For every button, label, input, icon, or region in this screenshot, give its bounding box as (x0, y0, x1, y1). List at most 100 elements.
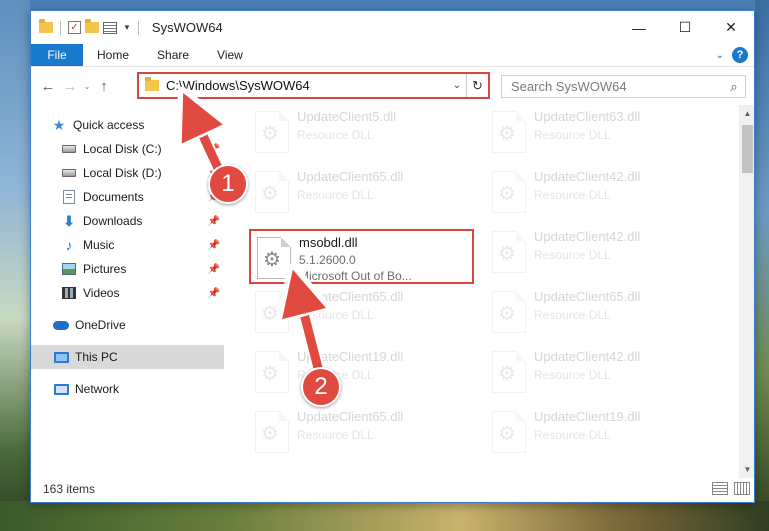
maximize-button[interactable]: ☐ (662, 11, 708, 44)
refresh-icon[interactable]: ↻ (466, 74, 488, 97)
details-view-icon[interactable] (712, 482, 728, 495)
sidebar-item-quick-access[interactable]: ★ Quick access (31, 113, 224, 137)
music-icon: ♪ (65, 237, 73, 253)
file-type: Resource DLL (534, 128, 611, 142)
item-count: 163 items (43, 482, 96, 496)
sidebar-item-local-disk-d[interactable]: Local Disk (D:) 📌 (31, 161, 224, 185)
sidebar-item-this-pc[interactable]: This PC (31, 345, 224, 369)
close-button[interactable]: ✕ (708, 11, 754, 44)
search-input[interactable] (502, 79, 723, 94)
desktop-background-bottom (0, 501, 769, 531)
search-icon[interactable]: ⌕ (723, 79, 745, 95)
recent-locations-icon[interactable]: ⌄ (81, 82, 93, 91)
file-item[interactable]: ⚙ UpdateClient19.dll Resource DLL (486, 405, 711, 460)
help-icon[interactable]: ? (732, 47, 748, 63)
file-item[interactable]: ⚙ UpdateClient65.dll Resource DLL (249, 405, 474, 460)
pin-icon[interactable]: 📌 (208, 288, 220, 299)
status-bar: 163 items (31, 476, 754, 502)
vertical-scrollbar[interactable]: ▲ ▼ (739, 105, 754, 478)
dll-file-icon: ⚙ (492, 411, 526, 453)
star-icon: ★ (52, 116, 66, 133)
pin-icon[interactable]: 📌 (208, 264, 220, 275)
forward-arrow-icon[interactable]: → (59, 78, 81, 95)
sidebar-item-label: Local Disk (D:) (83, 166, 162, 180)
sidebar-item-label: Pictures (83, 262, 127, 276)
file-item[interactable]: ⚙ UpdateClient42.dll Resource DLL (486, 165, 711, 220)
folder-icon (145, 77, 159, 91)
sidebar-item-label: Documents (83, 190, 144, 204)
large-icons-view-icon[interactable] (734, 482, 750, 495)
file-item[interactable]: ⚙ UpdateClient65.dll Resource DLL (486, 285, 711, 340)
file-name: UpdateClient65.dll (297, 169, 404, 184)
tab-home[interactable]: Home (83, 44, 143, 66)
desktop-background-right (755, 0, 769, 531)
file-item[interactable]: ⚙ UpdateClient65.dll Resource DLL (249, 285, 474, 340)
pin-icon[interactable]: 📌 (208, 144, 220, 155)
desktop-background-left (0, 0, 30, 531)
view-buttons (712, 482, 750, 495)
file-name: UpdateClient19.dll (534, 409, 641, 424)
file-item[interactable]: ⚙ UpdateClient5.dll Resource DLL (249, 105, 474, 160)
properties-check-icon[interactable]: ✓ (68, 21, 81, 34)
sidebar-item-label: Quick access (73, 118, 145, 132)
scroll-thumb[interactable] (742, 125, 753, 173)
drive-icon (61, 142, 77, 156)
scroll-up-icon[interactable]: ▲ (739, 105, 754, 122)
dll-file-icon: ⚙ (255, 411, 289, 453)
file-type: Resource DLL (297, 308, 374, 322)
properties-icon[interactable] (103, 21, 117, 34)
file-item[interactable]: ⚙ UpdateClient19.dllResource DLL (249, 345, 474, 400)
tab-file[interactable]: File (31, 44, 83, 66)
back-arrow-icon[interactable]: ← (37, 78, 59, 95)
sidebar-item-label: Videos (83, 286, 120, 300)
sidebar-item-label: Music (83, 238, 115, 252)
expand-ribbon-icon[interactable]: ⌄ (716, 50, 724, 61)
file-type: Resource DLL (297, 428, 374, 442)
sidebar-item-videos[interactable]: Videos 📌 (31, 281, 224, 305)
divider (60, 20, 61, 35)
quick-access-toolbar: ✓ ▼ (31, 19, 142, 35)
address-bar[interactable]: C:\Windows\SysWOW64 ⌄ ↻ (137, 72, 490, 99)
sidebar-item-music[interactable]: ♪ Music 📌 (31, 233, 224, 257)
sidebar-item-network[interactable]: Network (31, 377, 224, 401)
dll-file-icon: ⚙ (255, 291, 289, 333)
sidebar-item-local-disk-c[interactable]: Local Disk (C:) 📌 (31, 137, 224, 161)
window-controls: — ☐ ✕ (616, 11, 754, 44)
file-item[interactable]: ⚙ UpdateClient42.dll Resource DLL (486, 225, 711, 280)
pc-icon (53, 350, 69, 364)
navigation-bar: ← → ⌄ ↑ C:\Windows\SysWOW64 ⌄ ↻ ⌕ (31, 67, 754, 105)
pin-icon[interactable]: 📌 (208, 216, 220, 227)
sidebar-item-documents[interactable]: Documents 📌 (31, 185, 224, 209)
pin-icon[interactable]: 📌 (208, 240, 220, 251)
chevron-down-icon[interactable]: ⌄ (448, 80, 466, 91)
sidebar-item-downloads[interactable]: ⬇ Downloads 📌 (31, 209, 224, 233)
up-arrow-icon[interactable]: ↑ (93, 78, 115, 95)
tab-view[interactable]: View (203, 44, 257, 66)
tab-share[interactable]: Share (143, 44, 203, 66)
customize-dropdown-icon[interactable]: ▼ (123, 23, 131, 32)
file-description: Microsoft Out of Bo... (299, 269, 412, 283)
file-name: UpdateClient42.dll (534, 349, 641, 364)
search-box[interactable]: ⌕ (501, 75, 746, 98)
explorer-window: ✓ ▼ SysWOW64 — ☐ ✕ File Home Share View … (30, 10, 755, 503)
videos-icon (61, 286, 77, 300)
new-folder-icon[interactable] (85, 19, 99, 33)
sidebar-item-onedrive[interactable]: OneDrive (31, 313, 224, 337)
dll-file-icon: ⚙ (255, 111, 289, 153)
content-area: ★ Quick access Local Disk (C:) 📌 Local D… (31, 105, 754, 478)
dll-file-icon: ⚙ (492, 291, 526, 333)
file-list: ⚙ UpdateClient5.dll Resource DLL ⚙ Update… (224, 105, 754, 478)
file-name: msobdl.dll (299, 235, 358, 250)
minimize-button[interactable]: — (616, 11, 662, 44)
file-item[interactable]: ⚙ UpdateClient63.dll Resource DLL (486, 105, 711, 160)
file-type: Resource DLL (534, 428, 611, 442)
file-item[interactable]: ⚙ UpdateClient42.dll Resource DLL (486, 345, 711, 400)
address-path[interactable]: C:\Windows\SysWOW64 (166, 78, 448, 93)
file-item[interactable]: ⚙ UpdateClient65.dll Resource DLL (249, 165, 474, 220)
sidebar-item-pictures[interactable]: Pictures 📌 (31, 257, 224, 281)
file-name: UpdateClient65.dll (297, 409, 404, 424)
file-item-msobdl[interactable]: ⚙ msobdl.dll 5.1.2600.0 Microsoft Out of… (249, 229, 474, 284)
pictures-icon (61, 262, 77, 276)
dll-file-icon: ⚙ (492, 231, 526, 273)
file-type: Resource DLL (534, 368, 611, 382)
